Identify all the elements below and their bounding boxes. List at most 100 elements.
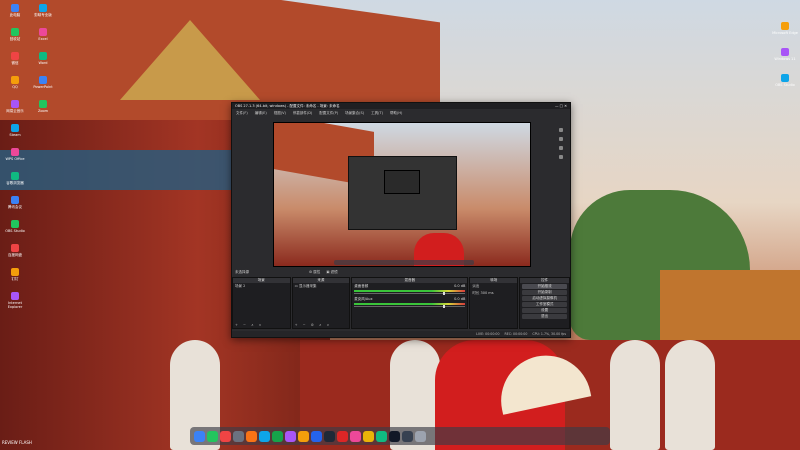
chat-icon[interactable]: [220, 430, 231, 442]
start-recording-button[interactable]: 开始录制: [522, 290, 568, 295]
menu-file[interactable]: 文件(F): [236, 111, 248, 116]
desktop-shortcut[interactable]: 网易云音乐: [2, 100, 28, 120]
volume-slider[interactable]: [354, 292, 466, 295]
menu-docks[interactable]: 停靠部件(D): [293, 111, 312, 116]
mail-icon[interactable]: [259, 430, 270, 442]
transition-type[interactable]: 淡出: [470, 283, 517, 290]
settings-icon[interactable]: [233, 430, 244, 442]
steam-icon[interactable]: [324, 430, 335, 442]
scene-item[interactable]: 场景 2: [233, 283, 290, 290]
channel-name: 麦克风/Aux: [354, 297, 373, 301]
wechat-icon[interactable]: [272, 430, 283, 442]
menu-help[interactable]: 帮助(H): [390, 111, 402, 116]
desktop-shortcut[interactable]: 回收站: [2, 28, 28, 48]
shortcut-label: 剪映专业版: [34, 13, 52, 17]
watermark-label: REVIEW FLASH: [2, 440, 32, 445]
scenes-footer[interactable]: + − ∧ ∨: [235, 323, 263, 327]
virtual-camera-button[interactable]: 启动虚拟摄像机: [522, 296, 568, 301]
desktop-shortcut[interactable]: 百度网盘: [2, 244, 28, 264]
rec-status: REC: 00:00:00: [504, 332, 528, 336]
browser-icon[interactable]: [207, 430, 218, 442]
duration-label: 时长: [472, 291, 480, 295]
tool-icon[interactable]: [559, 137, 563, 141]
folder-icon[interactable]: [311, 430, 322, 442]
shortcut-icon: [11, 196, 19, 204]
desktop-shortcut[interactable]: 剪映专业版: [30, 4, 56, 24]
desktop-shortcut[interactable]: Internet Explorer: [2, 292, 28, 312]
desktop-shortcut[interactable]: 谷歌浏览器: [2, 172, 28, 192]
preview-canvas[interactable]: [273, 122, 531, 267]
menu-profile[interactable]: 配置文件(P): [319, 111, 338, 116]
terminal-icon[interactable]: [389, 430, 400, 442]
close-icon[interactable]: ✕: [564, 104, 567, 108]
menu-view[interactable]: 视图(V): [274, 111, 286, 116]
shortcut-icon: [39, 4, 47, 12]
desktop-shortcut[interactable]: Steam: [2, 124, 28, 144]
desktop-shortcut[interactable]: 钉钉: [2, 268, 28, 288]
start-streaming-button[interactable]: 开始推流: [522, 284, 568, 289]
exit-button[interactable]: 退出: [522, 314, 568, 319]
music-icon[interactable]: [246, 430, 257, 442]
menu-tools[interactable]: 工具(T): [371, 111, 383, 116]
minimize-icon[interactable]: —: [555, 104, 559, 108]
shortcut-label: 回收站: [9, 37, 21, 41]
slider-knob[interactable]: [443, 292, 446, 295]
shortcut-label: PowerPoint: [33, 85, 53, 89]
finder-icon[interactable]: [194, 430, 205, 442]
shortcut-label: Windows 11: [774, 57, 796, 61]
slider-knob[interactable]: [443, 305, 446, 308]
source-item[interactable]: ▭ 显示器采集: [293, 283, 350, 290]
desktop-shortcut[interactable]: Windows 11: [772, 48, 798, 68]
transitions-dock: 转场 淡出 时长 300 ms: [469, 277, 519, 329]
maximize-icon[interactable]: □: [560, 104, 563, 108]
desktop-shortcut[interactable]: Microsoft Edge: [772, 22, 798, 42]
desktop-shortcut[interactable]: Word: [30, 52, 56, 72]
obs-window[interactable]: OBS 27.1.3 (64-bit, windows) - 配置文件: 未命名…: [231, 102, 571, 338]
controls-title: 控件: [520, 278, 570, 283]
tool-icon[interactable]: [559, 146, 563, 150]
mixer-channel-desktop: 桌面音频 0.0 dB: [354, 284, 466, 296]
desktop-shortcut[interactable]: 微信: [2, 52, 28, 72]
studio-mode-button[interactable]: 工作室模式: [522, 302, 568, 307]
settings-button[interactable]: 设置: [522, 308, 568, 313]
tool-icon[interactable]: [559, 128, 563, 132]
desktop-shortcut[interactable]: QQ: [2, 76, 28, 96]
desktop-shortcut[interactable]: OBS Studio: [2, 220, 28, 240]
volume-meter: [354, 290, 466, 292]
source-toolbar: 未选择源 ⚙ 属性 ▣ 滤镜: [232, 269, 570, 275]
photo-icon[interactable]: [350, 430, 361, 442]
obs-icon[interactable]: [402, 430, 413, 442]
wallpaper-balustrade: [610, 340, 660, 450]
properties-button[interactable]: ⚙ 属性: [309, 270, 320, 275]
mixer-channel-mic: 麦克风/Aux 0.0 dB: [354, 297, 466, 309]
transition-duration-row: 时长 300 ms: [470, 290, 517, 297]
obs-titlebar[interactable]: OBS 27.1.3 (64-bit, windows) - 配置文件: 未命名…: [232, 103, 570, 109]
shortcut-icon: [11, 100, 19, 108]
menu-scene-collection[interactable]: 场景集合(S): [345, 111, 364, 116]
shortcut-label: Zoom: [37, 109, 49, 113]
desktop-shortcut[interactable]: PowerPoint: [30, 76, 56, 96]
no-source-label: 未选择源: [235, 269, 249, 274]
calendar-icon[interactable]: [363, 430, 374, 442]
menu-edit[interactable]: 编辑(E): [255, 111, 267, 116]
desktop-shortcut[interactable]: Excel: [30, 28, 56, 48]
store-icon[interactable]: [298, 430, 309, 442]
desktop-shortcut[interactable]: Zoom: [30, 100, 56, 120]
app-icon[interactable]: [285, 430, 296, 442]
desktop-shortcut[interactable]: OBS Studio: [772, 74, 798, 94]
tool-icon[interactable]: [559, 155, 563, 159]
filters-button[interactable]: ▣ 滤镜: [326, 270, 337, 275]
desktop-icons-left: 此电脑回收站微信 QQ 网易云音乐 Steam WPS Office 谷歌浏览器腾讯会议 O…: [0, 0, 62, 440]
duration-input[interactable]: 300 ms: [481, 291, 494, 295]
shortcut-label: 钉钉: [11, 277, 19, 281]
notes-icon[interactable]: [376, 430, 387, 442]
desktop-shortcut[interactable]: WPS Office: [2, 148, 28, 168]
volume-slider[interactable]: [354, 305, 466, 308]
window-title: OBS 27.1.3 (64-bit, windows) - 配置文件: 未命名…: [235, 103, 340, 108]
desktop-shortcut[interactable]: 此电脑: [2, 4, 28, 24]
desktop-shortcut[interactable]: 腾讯会议: [2, 196, 28, 216]
video-icon[interactable]: [337, 430, 348, 442]
mixer-dock: 混音器 桌面音频 0.0 dB 麦克风/Aux 0.0 dB: [351, 277, 469, 329]
trash-icon[interactable]: [415, 430, 426, 442]
sources-footer[interactable]: + − ⚙ ∧ ∨: [295, 323, 332, 327]
